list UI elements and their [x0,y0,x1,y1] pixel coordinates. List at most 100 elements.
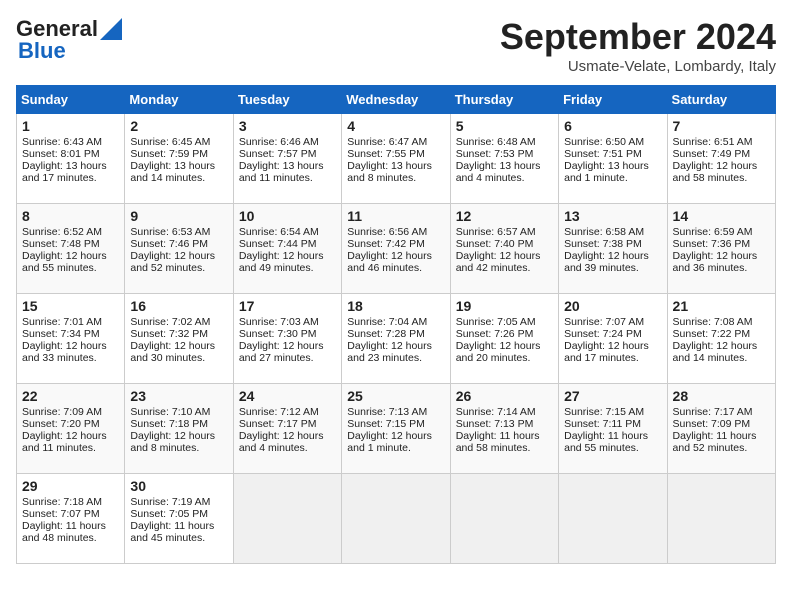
day-info-line: and 45 minutes. [130,532,227,544]
day-info-line: Daylight: 13 hours [456,160,553,172]
day-info-line: Sunrise: 7:17 AM [673,406,770,418]
calendar-cell: 18Sunrise: 7:04 AMSunset: 7:28 PMDayligh… [342,294,450,384]
calendar-cell: 30Sunrise: 7:19 AMSunset: 7:05 PMDayligh… [125,474,233,564]
day-info-line: Sunset: 7:09 PM [673,418,770,430]
day-info-line: Sunset: 7:17 PM [239,418,336,430]
day-info-line: and 33 minutes. [22,352,119,364]
day-info-line: and 20 minutes. [456,352,553,364]
col-header-sunday: Sunday [17,86,125,114]
day-info-line: Sunset: 7:44 PM [239,238,336,250]
calendar-cell: 25Sunrise: 7:13 AMSunset: 7:15 PMDayligh… [342,384,450,474]
day-info-line: and 49 minutes. [239,262,336,274]
calendar-cell: 9Sunrise: 6:53 AMSunset: 7:46 PMDaylight… [125,204,233,294]
day-info-line: Daylight: 12 hours [22,340,119,352]
calendar-cell: 17Sunrise: 7:03 AMSunset: 7:30 PMDayligh… [233,294,341,384]
day-info-line: and 14 minutes. [673,352,770,364]
day-info-line: Sunrise: 6:58 AM [564,226,661,238]
day-info-line: Daylight: 12 hours [347,250,444,262]
calendar-cell [450,474,558,564]
day-info-line: and 11 minutes. [22,442,119,454]
day-number: 17 [239,298,336,314]
day-info-line: and 27 minutes. [239,352,336,364]
day-info-line: Sunrise: 7:19 AM [130,496,227,508]
day-info-line: Sunset: 7:34 PM [22,328,119,340]
day-number: 4 [347,118,444,134]
day-info-line: Sunset: 7:26 PM [456,328,553,340]
day-info-line: and 30 minutes. [130,352,227,364]
day-info-line: Daylight: 12 hours [456,250,553,262]
calendar-cell: 20Sunrise: 7:07 AMSunset: 7:24 PMDayligh… [559,294,667,384]
day-number: 5 [456,118,553,134]
day-info-line: and 42 minutes. [456,262,553,274]
day-info-line: and 14 minutes. [130,172,227,184]
day-info-line: and 4 minutes. [239,442,336,454]
day-info-line: Sunrise: 7:04 AM [347,316,444,328]
col-header-monday: Monday [125,86,233,114]
day-info-line: Sunrise: 6:47 AM [347,136,444,148]
day-number: 19 [456,298,553,314]
calendar-cell: 3Sunrise: 6:46 AMSunset: 7:57 PMDaylight… [233,114,341,204]
day-info-line: Sunrise: 6:51 AM [673,136,770,148]
day-info-line: Sunset: 7:32 PM [130,328,227,340]
day-info-line: Daylight: 13 hours [22,160,119,172]
header: General Blue September 2024 Usmate-Velat… [16,16,776,75]
day-info-line: Sunrise: 7:09 AM [22,406,119,418]
calendar-cell: 26Sunrise: 7:14 AMSunset: 7:13 PMDayligh… [450,384,558,474]
day-info-line: and 1 minute. [347,442,444,454]
day-info-line: and 46 minutes. [347,262,444,274]
logo-arrow-icon [100,18,122,40]
calendar-cell: 14Sunrise: 6:59 AMSunset: 7:36 PMDayligh… [667,204,775,294]
day-info-line: Sunrise: 6:53 AM [130,226,227,238]
day-info-line: Sunrise: 6:43 AM [22,136,119,148]
day-info-line: Sunset: 7:22 PM [673,328,770,340]
day-number: 14 [673,208,770,224]
day-info-line: Daylight: 11 hours [564,430,661,442]
day-number: 22 [22,388,119,404]
day-info-line: Daylight: 12 hours [130,430,227,442]
day-info-line: Sunset: 7:59 PM [130,148,227,160]
day-info-line: Sunrise: 6:54 AM [239,226,336,238]
day-info-line: Sunrise: 6:57 AM [456,226,553,238]
col-header-friday: Friday [559,86,667,114]
day-info-line: and 58 minutes. [673,172,770,184]
day-info-line: Sunset: 7:05 PM [130,508,227,520]
calendar-cell: 6Sunrise: 6:50 AMSunset: 7:51 PMDaylight… [559,114,667,204]
day-info-line: Sunrise: 7:03 AM [239,316,336,328]
calendar-week-2: 8Sunrise: 6:52 AMSunset: 7:48 PMDaylight… [17,204,776,294]
calendar-cell: 12Sunrise: 6:57 AMSunset: 7:40 PMDayligh… [450,204,558,294]
day-info-line: and 36 minutes. [673,262,770,274]
logo-blue: Blue [18,38,66,64]
calendar-cell: 5Sunrise: 6:48 AMSunset: 7:53 PMDaylight… [450,114,558,204]
day-info-line: Sunset: 7:40 PM [456,238,553,250]
day-info-line: and 52 minutes. [673,442,770,454]
calendar-cell [342,474,450,564]
day-number: 29 [22,478,119,494]
day-info-line: Daylight: 12 hours [564,340,661,352]
day-number: 6 [564,118,661,134]
day-info-line: Sunrise: 7:01 AM [22,316,119,328]
day-info-line: Sunrise: 6:56 AM [347,226,444,238]
day-info-line: and 39 minutes. [564,262,661,274]
day-number: 1 [22,118,119,134]
day-info-line: Daylight: 12 hours [130,340,227,352]
calendar-cell [559,474,667,564]
day-info-line: and 4 minutes. [456,172,553,184]
calendar-cell: 4Sunrise: 6:47 AMSunset: 7:55 PMDaylight… [342,114,450,204]
day-number: 24 [239,388,336,404]
day-info-line: Sunset: 7:42 PM [347,238,444,250]
day-info-line: Sunset: 8:01 PM [22,148,119,160]
calendar-header-row: SundayMondayTuesdayWednesdayThursdayFrid… [17,86,776,114]
day-info-line: Daylight: 11 hours [22,520,119,532]
day-info-line: Daylight: 12 hours [239,340,336,352]
day-info-line: Daylight: 12 hours [564,250,661,262]
day-number: 13 [564,208,661,224]
calendar-week-4: 22Sunrise: 7:09 AMSunset: 7:20 PMDayligh… [17,384,776,474]
day-info-line: Sunrise: 7:02 AM [130,316,227,328]
day-number: 23 [130,388,227,404]
logo: General Blue [16,16,122,64]
day-info-line: Sunrise: 7:10 AM [130,406,227,418]
day-info-line: Sunrise: 7:13 AM [347,406,444,418]
day-info-line: Sunset: 7:51 PM [564,148,661,160]
month-title: September 2024 [500,16,776,58]
day-number: 10 [239,208,336,224]
